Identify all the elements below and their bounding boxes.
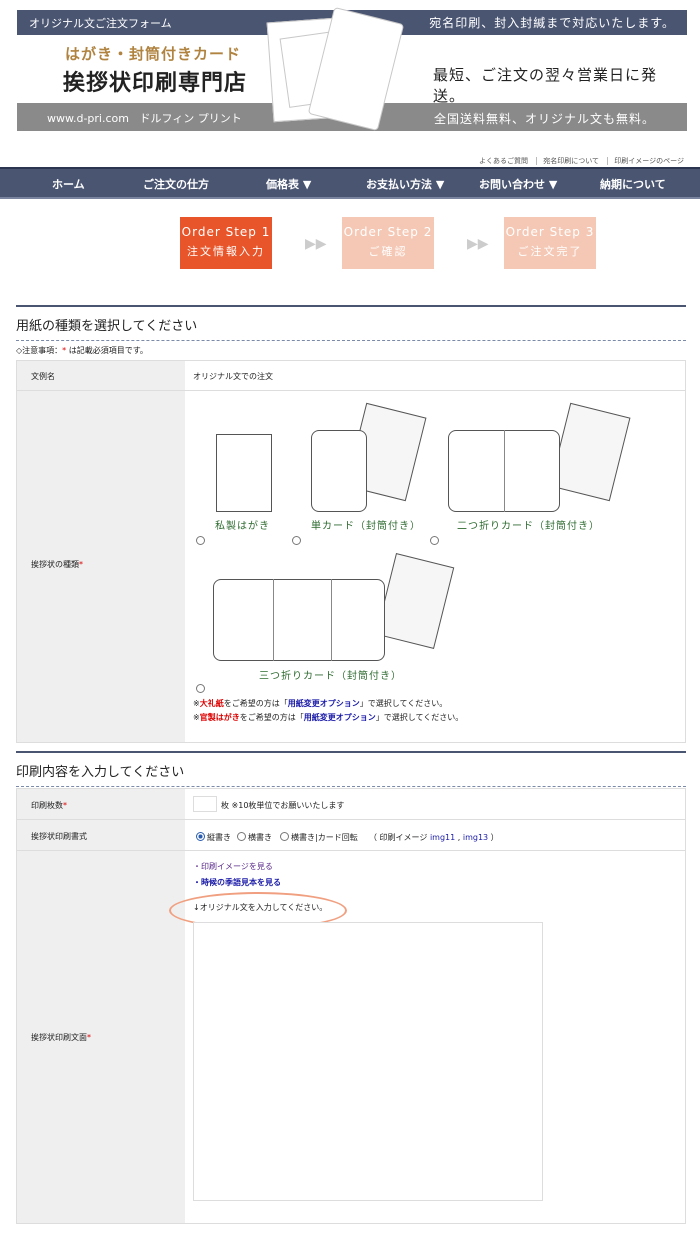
- nav-home[interactable]: ホーム: [52, 176, 85, 192]
- nav-contact[interactable]: お問い合わせ ▼: [479, 176, 557, 192]
- site-url: www.d-pri.com: [47, 112, 129, 125]
- step-2-title: Order Step 2: [343, 225, 433, 239]
- radio-postcard[interactable]: [196, 536, 205, 545]
- postcard-image: [216, 434, 272, 512]
- notice-washi: ※大礼紙をご希望の方は「用紙変更オプション」で選択してください。: [193, 699, 448, 708]
- img11-link[interactable]: img11: [430, 833, 455, 842]
- instruction-text: ↓オリジナル文を入力してください。: [193, 903, 328, 912]
- radio-bifold[interactable]: [430, 536, 439, 545]
- print-image-link[interactable]: 印刷イメージのページ: [607, 157, 684, 165]
- print-text-textarea[interactable]: [193, 922, 543, 1201]
- img13-link[interactable]: img13: [463, 833, 488, 842]
- header-bar-right: 宛名印刷、封入封緘まで対応いたします。: [429, 16, 675, 30]
- format-label: 挨拶状印刷書式: [31, 832, 87, 841]
- radio-horizontal-rotated[interactable]: [280, 832, 289, 841]
- card-illustration: [262, 6, 422, 132]
- option-single-card-label: 単カード（封筒付き）: [311, 521, 421, 532]
- row-sample-name: 文例名 オリジナル文での注文: [17, 361, 685, 391]
- radio-single-card[interactable]: [292, 536, 301, 545]
- brand-name: ドルフィン プリント: [139, 112, 242, 125]
- address-print-link[interactable]: 宛名印刷について: [536, 157, 600, 165]
- header-banner: オリジナル文ご注文フォーム 宛名印刷、封入封緘まで対応いたします。 はがき・封筒…: [17, 6, 687, 132]
- envelope-icon: [549, 402, 631, 502]
- format-horizontal-rotated-label: 横書き|カード回転: [291, 833, 358, 842]
- row-format: 挨拶状印刷書式 縦書き 横書き 横書き|カード回転 （ 印刷イメージ img11…: [17, 820, 685, 851]
- header-bar-left: オリジナル文ご注文フォーム: [29, 17, 172, 30]
- step-3-label: ご注文完了: [517, 245, 583, 258]
- notice-official-postcard: ※官製はがきをご希望の方は「用紙変更オプション」で選択してください。: [193, 713, 464, 722]
- nav-price-list[interactable]: 価格表 ▼: [266, 176, 311, 192]
- step-2-label: ご確認: [368, 245, 408, 258]
- sample-name-label: 文例名: [31, 372, 55, 381]
- single-card-image: [311, 430, 367, 512]
- print-image-refs: （ 印刷イメージ img11 , img13 ）: [369, 833, 499, 842]
- header-subtitle: はがき・封筒付きカード: [65, 45, 242, 63]
- trifold-card-image: [213, 579, 385, 661]
- paper-table: 文例名 オリジナル文での注文 挨拶状の種類* 私製はがき 単カード（封筒付き） …: [16, 360, 686, 743]
- row-quantity: 印刷枚数* 枚 ※10枚単位でお願いいたします: [17, 789, 685, 820]
- paper-option-link-2[interactable]: 用紙変更オプション: [304, 713, 376, 722]
- format-horizontal-label: 横書き: [248, 833, 272, 842]
- header-bottom-right: 全国送料無料、オリジナル文も無料。: [433, 112, 655, 126]
- paper-option-link-1[interactable]: 用紙変更オプション: [288, 699, 360, 708]
- top-links: よくあるご質問 宛名印刷について 印刷イメージのページ: [467, 156, 684, 166]
- quantity-label: 印刷枚数: [31, 801, 63, 810]
- option-bifold-label: 二つ折りカード（封筒付き）: [457, 521, 600, 532]
- faq-link[interactable]: よくあるご質問: [473, 157, 528, 165]
- section-paper-type-header: 用紙の種類を選択してください: [16, 305, 686, 341]
- sample-name-value: オリジナル文での注文: [193, 372, 273, 381]
- envelope-icon: [375, 552, 455, 650]
- section-print-content-header: 印刷内容を入力してください: [16, 751, 686, 787]
- nav-how-to-order[interactable]: ご注文の仕方: [143, 176, 209, 192]
- step-arrow-2: ▶▶: [467, 236, 489, 252]
- row-print-text: 挨拶状印刷文面* ・印刷イメージを見る ・時候の季語見本を見る ↓オリジナル文を…: [17, 851, 685, 1223]
- main-nav: ホーム ご注文の仕方 価格表 ▼ お支払い方法 ▼ お問い合わせ ▼ 納期につい…: [0, 167, 700, 199]
- step-arrow-1: ▶▶: [305, 236, 327, 252]
- step-1-title: Order Step 1: [181, 225, 271, 239]
- view-seasonal-words-link[interactable]: ・時候の季語見本を見る: [193, 877, 281, 888]
- radio-trifold[interactable]: [196, 684, 205, 693]
- print-text-label: 挨拶状印刷文面: [31, 1033, 87, 1042]
- section-print-content-title: 印刷内容を入力してください: [16, 765, 185, 780]
- option-postcard-label: 私製はがき: [215, 521, 270, 532]
- row-paper-type: 挨拶状の種類* 私製はがき 単カード（封筒付き） 二つ折りカード（封筒付き） 三…: [17, 391, 685, 742]
- format-vertical-label: 縦書き: [207, 833, 231, 842]
- order-step-1: Order Step 1 注文情報入力: [180, 217, 272, 269]
- quantity-input[interactable]: [193, 796, 217, 812]
- quantity-unit: 枚 ※10枚単位でお願いいたします: [221, 801, 345, 810]
- header-shipping-text: 最短、ご注文の翌々営業日に発送。: [433, 66, 658, 105]
- order-step-3: Order Step 3 ご注文完了: [504, 217, 596, 269]
- nav-delivery[interactable]: 納期について: [600, 176, 666, 192]
- step-3-title: Order Step 3: [505, 225, 595, 239]
- radio-horizontal[interactable]: [237, 832, 246, 841]
- required-note: ◇注意事項：* は記載必須項目です。: [16, 346, 148, 355]
- step-1-label: 注文情報入力: [187, 245, 265, 258]
- order-step-2: Order Step 2 ご確認: [342, 217, 434, 269]
- header-title: 挨拶状印刷専門店: [63, 71, 248, 96]
- nav-payment[interactable]: お支払い方法 ▼: [366, 176, 444, 192]
- option-trifold-label: 三つ折りカード（封筒付き）: [259, 671, 402, 682]
- radio-vertical[interactable]: [196, 832, 205, 841]
- print-content-table: 印刷枚数* 枚 ※10枚単位でお願いいたします 挨拶状印刷書式 縦書き 横書き …: [16, 788, 686, 1224]
- paper-type-label: 挨拶状の種類: [31, 560, 79, 569]
- section-paper-type-title: 用紙の種類を選択してください: [16, 319, 198, 334]
- view-print-image-link[interactable]: ・印刷イメージを見る: [193, 861, 273, 872]
